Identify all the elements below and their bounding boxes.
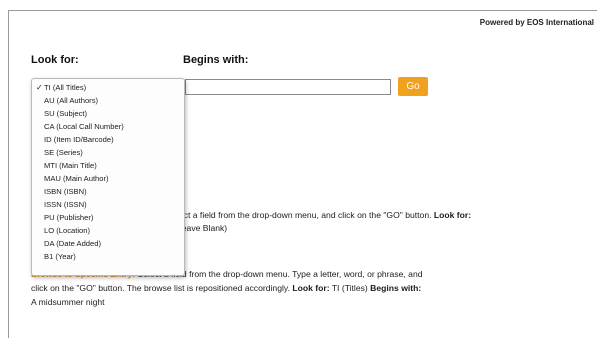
dropdown-option[interactable]: B1 (Year)	[32, 250, 184, 263]
browse-line-2: click on the "GO" button. The browse lis…	[31, 282, 421, 295]
begins-with-label: Begins with:	[183, 54, 249, 66]
dropdown-option[interactable]: SU (Subject)	[32, 107, 184, 120]
search-panel: Powered by EOS International Look for: B…	[8, 10, 597, 338]
dropdown-option[interactable]: ISSN (ISSN)	[32, 198, 184, 211]
instruction-line-1: lect a field from the drop-down menu, an…	[177, 209, 471, 222]
dropdown-option[interactable]: MAU (Main Author)	[32, 172, 184, 185]
dropdown-option[interactable]: SE (Series)	[32, 146, 184, 159]
dropdown-option[interactable]: PU (Publisher)	[32, 211, 184, 224]
browse-look-for: Look for:	[292, 283, 330, 293]
browse-line-3: A midsummer night	[31, 297, 105, 307]
checkmark-icon: ✓	[36, 83, 43, 92]
dropdown-option[interactable]: MTI (Main Title)	[32, 159, 184, 172]
look-for-dropdown-menu[interactable]: ✓ TI (All Titles) AU (All Authors) SU (S…	[31, 78, 185, 276]
begins-with-input[interactable]	[185, 79, 391, 95]
dropdown-option[interactable]: DA (Date Added)	[32, 237, 184, 250]
look-for-label: Look for:	[31, 54, 79, 66]
dropdown-option[interactable]: ✓ TI (All Titles)	[32, 81, 184, 94]
browse-look-value: TI (Titles)	[331, 283, 368, 293]
go-button[interactable]: Go	[398, 77, 428, 96]
dropdown-option[interactable]: ID (Item ID/Barcode)	[32, 133, 184, 146]
look-for-emphasis: Look for:	[433, 210, 472, 220]
browse-begins-with: Begins with:	[370, 283, 422, 293]
dropdown-option[interactable]: AU (All Authors)	[32, 94, 184, 107]
dropdown-option[interactable]: LO (Location)	[32, 224, 184, 237]
instruction-text: lect a field from the drop-down menu, an…	[177, 210, 432, 220]
dropdown-option[interactable]: CA (Local Call Number)	[32, 120, 184, 133]
powered-by-text: Powered by EOS International	[479, 18, 594, 27]
browse-text-2: click on the "GO" button. The browse lis…	[31, 283, 290, 293]
dropdown-option[interactable]: ISBN (ISBN)	[32, 185, 184, 198]
